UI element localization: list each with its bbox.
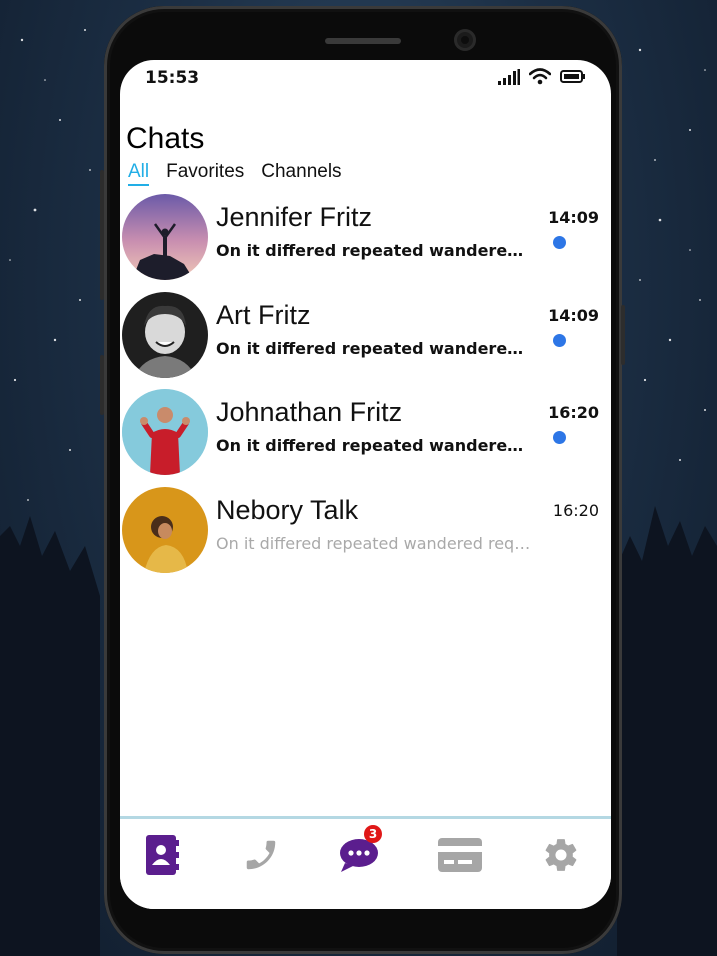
chat-name: Art Fritz [216, 299, 311, 330]
status-time: 15:53 [145, 68, 200, 88]
phone-side-button [100, 355, 104, 415]
nav-settings[interactable] [539, 833, 583, 877]
chat-name: Nebory Talk [216, 494, 359, 525]
chat-list: Jennifer Fritz On it differed repeated w… [120, 190, 611, 580]
gear-icon [545, 839, 577, 871]
chat-preview: On it differed repeated wandered require… [216, 338, 531, 358]
front-camera [454, 29, 476, 51]
chat-preview: On it differed repeated wandered require… [216, 533, 531, 553]
chat-time: 14:09 [548, 208, 599, 227]
nav-contacts[interactable] [140, 833, 184, 877]
avatar [122, 194, 208, 280]
chat-preview: On it differed repeated wandered require… [216, 241, 531, 260]
phone-power-button [621, 305, 625, 365]
tab-favorites[interactable]: Favorites [166, 161, 244, 186]
wifi-icon [529, 68, 551, 85]
avatar [122, 291, 208, 378]
card-icon [438, 838, 482, 872]
tab-all[interactable]: All [128, 161, 150, 186]
chat-row[interactable]: Johnathan Fritz On it differed repeated … [120, 385, 611, 483]
status-icons [498, 68, 585, 85]
battery-icon [560, 70, 585, 83]
chat-time: 14:09 [548, 305, 599, 325]
chat-name: Jennifer Fritz [216, 202, 373, 232]
earpiece-speaker [325, 38, 401, 44]
phone-side-button [100, 170, 104, 300]
signal-icon [498, 68, 520, 85]
unread-indicator [553, 333, 566, 347]
chat-time: 16:20 [552, 500, 599, 520]
tab-channels[interactable]: Channels [261, 161, 341, 186]
page-title: Chats [126, 122, 205, 155]
unread-indicator [553, 431, 566, 444]
avatar [122, 389, 208, 475]
avatar [122, 486, 208, 573]
chat-filter-tabs: All Favorites Channels [128, 161, 342, 186]
unread-indicator [553, 236, 566, 249]
chat-name: Johnathan Fritz [216, 397, 403, 427]
unread-count-badge: 3 [364, 825, 382, 843]
chat-preview: On it differed repeated wandered require… [216, 436, 531, 455]
nav-payments[interactable] [438, 833, 482, 877]
phone-icon [246, 840, 276, 870]
chat-time: 16:20 [548, 403, 599, 422]
bottom-navigation: 3 [120, 816, 611, 909]
contacts-icon [146, 835, 179, 875]
app-screen: 15:53 Chats All Favorites Channels Jenni… [120, 60, 611, 909]
chat-row[interactable]: Nebory Talk On it differed repeated wand… [120, 483, 611, 581]
chat-row[interactable]: Jennifer Fritz On it differed repeated w… [120, 190, 611, 288]
chat-row[interactable]: Art Fritz On it differed repeated wander… [120, 288, 611, 386]
nav-calls[interactable] [239, 833, 283, 877]
